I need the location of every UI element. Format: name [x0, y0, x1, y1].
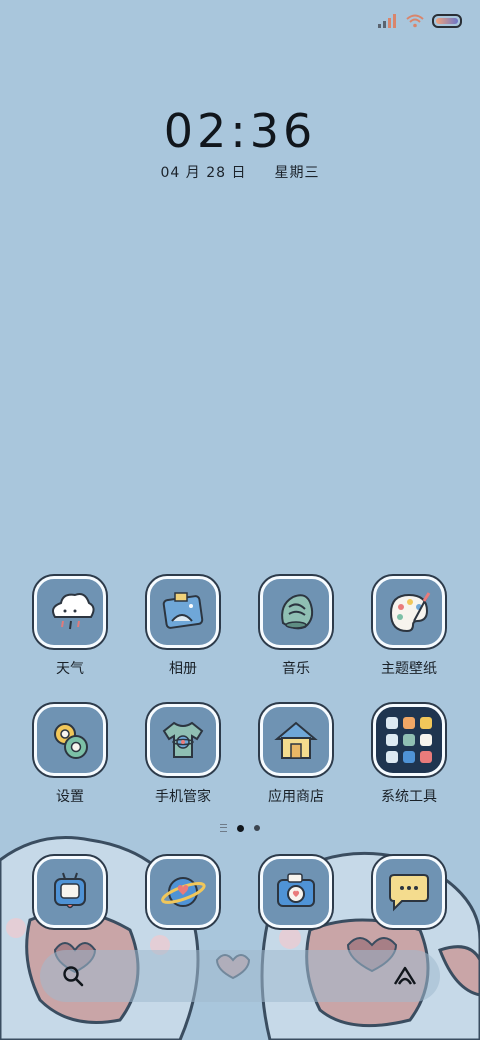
search-bar[interactable]	[40, 950, 440, 1002]
status-bar	[378, 10, 462, 32]
dock-app-3[interactable]	[246, 856, 346, 928]
app-tile[interactable]	[34, 704, 106, 776]
dock-app-2[interactable]	[133, 856, 233, 928]
app-label: 设置	[56, 789, 84, 805]
chat-bubble-icon	[389, 874, 429, 912]
app-system-tools[interactable]: 系统工具	[359, 704, 459, 806]
app-label: 相册	[169, 661, 197, 677]
app-tile[interactable]	[147, 704, 219, 776]
music-shell-icon	[281, 594, 314, 630]
app-label: 天气	[56, 661, 84, 677]
app-tile[interactable]	[34, 856, 106, 928]
weather-cloud-icon	[52, 593, 95, 630]
wifi-icon	[406, 14, 424, 28]
palette-icon	[389, 592, 431, 633]
app-music[interactable]: 音乐	[246, 576, 346, 678]
app-tile[interactable]	[147, 856, 219, 928]
page-dot-active[interactable]	[237, 824, 244, 832]
app-gallery[interactable]: 相册	[133, 576, 233, 678]
app-tile[interactable]	[147, 576, 219, 648]
app-store[interactable]: 应用商店	[246, 704, 346, 806]
page-dot[interactable]	[254, 825, 260, 831]
app-tile[interactable]	[34, 576, 106, 648]
planet-icon	[161, 877, 206, 907]
page-indicator[interactable]	[0, 824, 480, 832]
app-label: 音乐	[282, 661, 310, 677]
app-phone-manager[interactable]: 手机管家	[133, 704, 233, 806]
clock-weekday: 星期三	[274, 165, 320, 181]
date-row: 04 月 28 日 星期三	[0, 162, 480, 182]
tshirt-icon	[162, 721, 204, 758]
dock-app-1[interactable]	[20, 856, 120, 928]
gears-icon	[54, 723, 88, 759]
app-tile[interactable]	[260, 576, 332, 648]
app-label: 应用商店	[268, 789, 324, 805]
app-tile[interactable]	[373, 576, 445, 648]
tv-robot-icon	[54, 872, 86, 909]
assistant-icon[interactable]	[392, 965, 418, 987]
app-tile[interactable]	[373, 704, 445, 776]
app-themes[interactable]: 主题壁纸	[359, 576, 459, 678]
clock-date: 04 月 28 日	[160, 165, 247, 181]
home-screen: 02:36 04 月 28 日 星期三 天气 相册 音乐 主题壁纸 设置 手机管…	[0, 0, 480, 1040]
dock-app-4[interactable]	[359, 856, 459, 928]
app-tile[interactable]	[373, 856, 445, 928]
app-tile[interactable]	[260, 704, 332, 776]
app-tile[interactable]	[260, 856, 332, 928]
signal-icon	[378, 14, 396, 28]
battery-icon	[432, 14, 462, 28]
photo-album-icon	[162, 592, 204, 629]
camera-icon	[277, 873, 315, 907]
menu-lines-icon	[220, 824, 227, 832]
house-icon	[274, 721, 318, 759]
app-label: 系统工具	[381, 789, 437, 805]
app-label: 手机管家	[155, 789, 211, 805]
app-weather[interactable]: 天气	[20, 576, 120, 678]
clock-time: 02:36	[163, 104, 317, 158]
clock-widget[interactable]: 02:36	[0, 104, 480, 158]
app-label: 主题壁纸	[381, 661, 437, 677]
app-settings[interactable]: 设置	[20, 704, 120, 806]
app-folder-icon	[386, 717, 432, 763]
wallpaper-creatures	[0, 836, 480, 1040]
search-icon[interactable]	[62, 965, 84, 987]
